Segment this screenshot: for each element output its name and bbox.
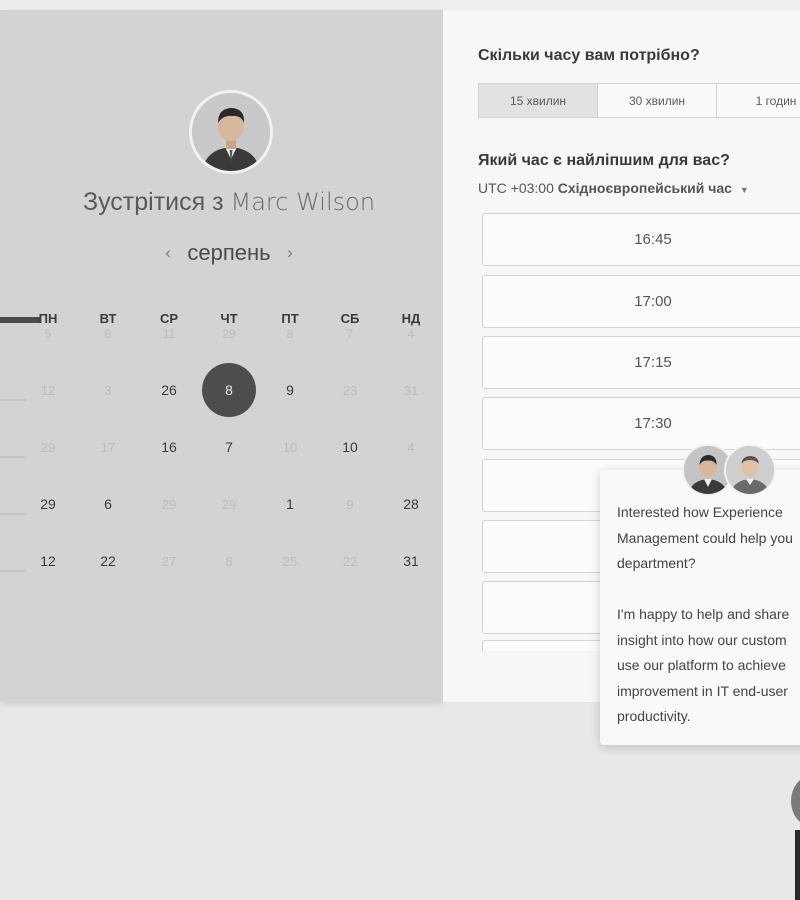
calendar-day: 4 xyxy=(407,439,415,455)
time-slot[interactable]: 17:00 xyxy=(482,275,800,328)
calendar-day: 29 xyxy=(222,327,236,341)
duration-option-60[interactable]: 1 годин xyxy=(717,84,800,117)
timezone-offset: UTC +03:00 xyxy=(478,180,554,196)
calendar-day-available[interactable]: 26 xyxy=(144,365,194,415)
calendar-day-available[interactable]: 6 xyxy=(83,479,133,529)
calendar-day: 5 xyxy=(44,327,52,341)
calendar-day: 29 xyxy=(221,496,237,512)
duration-option-30[interactable]: 30 хвилин xyxy=(598,84,717,117)
agent-avatar-image xyxy=(726,446,774,494)
calendar-day: 12 xyxy=(40,382,56,398)
calendar-day: 29 xyxy=(40,439,56,455)
host-name: Marc Wilson xyxy=(230,188,376,216)
time-question: Який час є найліпшим для вас? xyxy=(478,152,730,169)
top-bar xyxy=(0,0,800,10)
chat-message: Interested how Experience Management cou… xyxy=(617,504,793,724)
timezone-selector[interactable]: UTC +03:00 Східноєвропейський час ▼ xyxy=(478,180,749,196)
calendar-day: 23 xyxy=(342,382,358,398)
duration-tabs: 15 хвилин 30 хвилин 1 годин xyxy=(478,83,800,118)
calendar-day: 4 xyxy=(407,327,415,341)
calendar-day-available[interactable]: 12 xyxy=(23,536,73,586)
chevron-left-icon[interactable]: ‹ xyxy=(153,243,183,263)
calendar-day: 22 xyxy=(342,553,358,569)
calendar-day: 31 xyxy=(403,382,419,398)
calendar-day: 11 xyxy=(162,327,176,341)
chevron-right-icon[interactable]: › xyxy=(275,243,305,263)
agent-avatar xyxy=(724,444,776,496)
calendar-panel: Зустрітися з Marc Wilson ‹ серпень › ПН … xyxy=(0,10,443,702)
calendar-day-available[interactable]: 31 xyxy=(386,536,436,586)
calendar-day: 25 xyxy=(282,553,298,569)
month-navigation: ‹ серпень › xyxy=(0,240,458,266)
calendar-day-available[interactable]: 22 xyxy=(83,536,133,586)
host-avatar xyxy=(189,90,273,174)
calendar-day-available[interactable]: 16 xyxy=(144,422,194,472)
calendar-day: 29 xyxy=(161,496,177,512)
calendar-day-available[interactable]: 10 xyxy=(325,422,375,472)
calendar-day-available[interactable]: 7 xyxy=(204,422,254,472)
calendar-day-available[interactable]: 1 xyxy=(265,479,315,529)
duration-option-15[interactable]: 15 хвилин xyxy=(479,84,598,117)
calendar-day-available[interactable]: 9 xyxy=(265,365,315,415)
calendar-day: 9 xyxy=(346,496,354,512)
calendar-day: 10 xyxy=(282,439,298,455)
chat-launcher-button[interactable] xyxy=(791,776,800,826)
calendar-day: 7 xyxy=(346,327,354,341)
timezone-name: Східноєвропейський час xyxy=(557,180,732,196)
time-slot[interactable]: 16:45 xyxy=(482,213,800,266)
duration-question: Скільки часу вам потрібно? xyxy=(478,47,700,64)
calendar-day: 3 xyxy=(104,382,112,398)
host-avatar-image xyxy=(192,93,270,171)
meeting-title-prefix: Зустрітися з xyxy=(82,188,224,216)
calendar-day: 6 xyxy=(104,327,112,341)
time-slot[interactable]: 17:30 xyxy=(482,397,800,450)
calendar-day-available[interactable]: 28 xyxy=(386,479,436,529)
calendar-day-available[interactable]: 29 xyxy=(23,479,73,529)
time-slot[interactable]: 17:15 xyxy=(482,336,800,389)
calendar-day: 17 xyxy=(100,439,116,455)
calendar-day: 8 xyxy=(286,327,294,341)
calendar-day: 8 xyxy=(225,553,233,569)
chat-agent-avatars xyxy=(682,444,776,496)
caret-down-icon: ▼ xyxy=(739,185,749,195)
page-edge xyxy=(795,830,800,900)
meeting-title: Зустрітися з Marc Wilson xyxy=(0,188,458,217)
month-label: серпень xyxy=(187,240,271,265)
calendar-day-selected[interactable]: 8 xyxy=(202,363,256,417)
calendar-day: 27 xyxy=(161,553,177,569)
